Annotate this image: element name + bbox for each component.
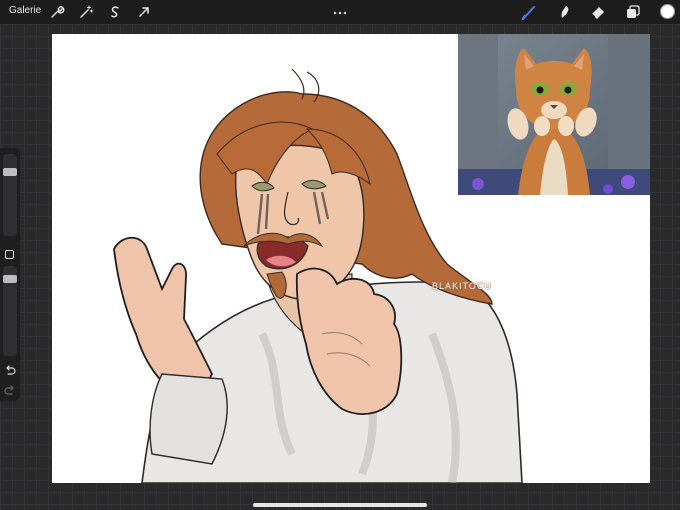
brush-size-slider[interactable] [3,154,17,236]
transform-arrow-icon[interactable] [136,4,152,20]
reference-image[interactable] [458,34,650,195]
redo-icon[interactable] [3,384,17,398]
brush-icon[interactable] [521,4,537,21]
home-indicator[interactable] [253,503,427,507]
undo-icon[interactable] [3,364,17,378]
eraser-icon[interactable] [590,4,606,20]
opacity-thumb[interactable] [3,275,17,283]
more-options-icon[interactable] [331,4,349,15]
gallery-button[interactable]: Galerie [9,5,41,16]
left-sidebar [0,148,20,401]
color-picker-swatch[interactable] [660,4,675,19]
artist-watermark: BLAKITOCU [432,281,492,291]
wrench-icon[interactable] [49,4,65,20]
smudge-icon[interactable] [556,4,572,20]
magic-wand-icon[interactable] [78,4,94,20]
selection-icon[interactable] [107,4,123,20]
brush-size-thumb[interactable] [3,168,17,176]
modify-button[interactable] [5,250,14,259]
reference-cat-illustration [458,34,650,195]
top-toolbar: Galerie [0,0,680,24]
layers-icon[interactable] [625,4,641,20]
